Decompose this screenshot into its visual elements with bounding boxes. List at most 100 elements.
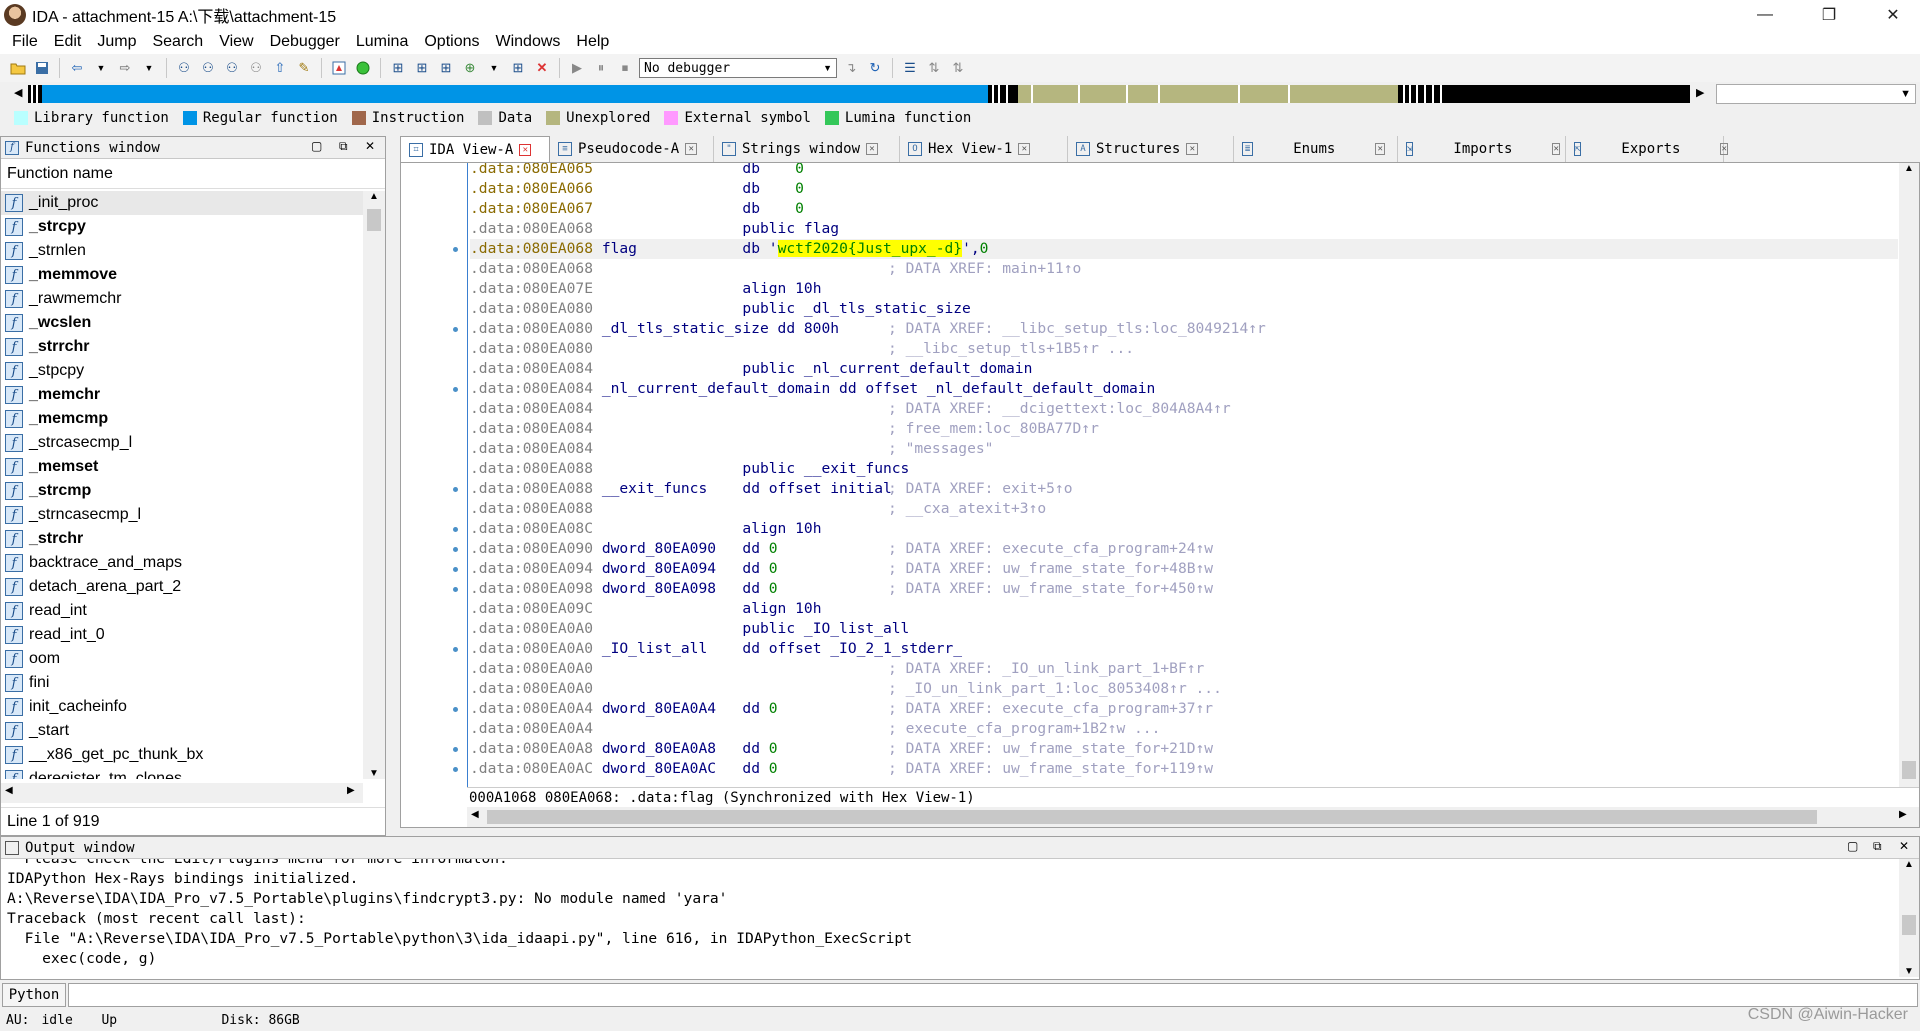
play-icon[interactable]: ▶ [567,58,587,78]
close-icon[interactable]: ✕ [1899,839,1909,853]
function-list-item[interactable]: f init_cacheinfo [1,695,363,719]
navband-left-arrow-icon[interactable]: ◀ [14,86,22,99]
scrollbar-thumb[interactable] [1902,761,1916,779]
function-list-item[interactable]: f backtrace_and_maps [1,551,363,575]
debugger-select[interactable]: No debugger ▼ [639,58,837,78]
function-name-column-header[interactable]: Function name [1,159,385,189]
disassembly-listing[interactable]: .data:080EA065 db 0 .data:080EA066 db 0 .d… [467,163,1899,787]
function-list-item[interactable]: f _memchr [1,383,363,407]
step-over-icon[interactable]: ↻ [865,58,885,78]
function-list-item[interactable]: f _init_proc [1,191,363,215]
disassembly-line[interactable]: .data:080EA068 public flag [470,219,1898,239]
functions-horizontal-scrollbar[interactable]: ◀ ▶ [1,783,363,803]
stop-icon[interactable]: ⏹ [615,58,635,78]
function-list-item[interactable]: f _strncasecmp_l [1,503,363,527]
chevron-right-icon[interactable]: ▶ [347,785,355,796]
binoculars-icon[interactable]: ⚇ [174,58,194,78]
step-into-icon[interactable]: ↴ [841,58,861,78]
navband-combo[interactable]: ▼ [1716,84,1916,104]
functions-vertical-scrollbar[interactable]: ▲ ▼ [363,191,385,779]
menu-jump[interactable]: Jump [89,33,144,51]
disassembly-line[interactable]: .data:080EA084 ; DATA XREF: __dcigettext… [470,399,1898,419]
chevron-left-icon[interactable]: ◀ [471,809,479,820]
tracing-options-icon[interactable]: ⇅ [948,58,968,78]
tab-imports[interactable]: ⇲ Imports ✕ [1398,136,1566,162]
close-icon[interactable]: ✕ [685,143,698,155]
menu-help[interactable]: Help [568,33,617,51]
chevron-up-icon[interactable]: ▲ [363,191,385,202]
disassembly-line[interactable]: .data:080EA066 db 0 [470,179,1898,199]
function-list-item[interactable]: f __x86_get_pc_thunk_bx [1,743,363,767]
disassembly-line[interactable]: .data:080EA07E align 10h [470,279,1898,299]
disassembly-line[interactable]: .data:080EA080 _dl_tls_static_size dd 80… [470,319,1898,339]
chevron-left-icon[interactable]: ◀ [5,785,13,796]
restore-icon[interactable]: ▢ [1847,839,1858,853]
function-list-item[interactable]: f _memcmp [1,407,363,431]
disassembly-line[interactable]: .data:080EA080 ; __libc_setup_tls+1B5↑r … [470,339,1898,359]
ida-vertical-scrollbar[interactable]: ▲ [1899,163,1919,787]
menu-search[interactable]: Search [144,33,211,51]
trace-icon[interactable]: ⇅ [924,58,944,78]
function-list-item[interactable]: f _stpcpy [1,359,363,383]
chevron-down-icon[interactable]: ▼ [484,58,504,78]
tab-hex-view-1[interactable]: O Hex View-1 ✕ [900,136,1068,162]
pause-icon[interactable]: ⏸ [591,58,611,78]
save-icon[interactable] [32,58,52,78]
patch-icon[interactable]: ✎ [294,58,314,78]
chevron-down-icon[interactable]: ▼ [139,58,159,78]
tab-enums[interactable]: ≣ Enums ✕ [1234,136,1398,162]
close-icon[interactable]: ✕ [1720,143,1728,155]
green-circle-icon[interactable] [353,58,373,78]
disassembly-line[interactable]: .data:080EA0A0 public _IO_list_all [470,619,1898,639]
disassembly-line[interactable]: .data:080EA088 public __exit_funcs [470,459,1898,479]
disassembly-line[interactable]: .data:080EA084 ; "messages" [470,439,1898,459]
search-next-icon[interactable]: ⚇ [246,58,266,78]
menu-windows[interactable]: Windows [487,33,568,51]
function-list-item[interactable]: f _memset [1,455,363,479]
close-icon[interactable]: ✕ [365,139,375,153]
search-text-icon[interactable]: ⚇ [198,58,218,78]
tab-exports[interactable]: ⇱ Exports ✕ [1566,136,1728,162]
python-language-button[interactable]: Python [2,983,66,1007]
disassembly-line[interactable]: .data:080EA0A4 dword_80EA0A4 dd 0 ; DATA … [470,699,1898,719]
close-button[interactable]: ✕ [1870,0,1916,30]
function-list-item[interactable]: f deregister_tm_clones [1,767,363,779]
output-text[interactable]: Please check the Edit/Plugins menu for m… [7,859,1887,977]
function-list-item[interactable]: f _strcpy [1,215,363,239]
chevron-up-icon[interactable]: ▲ [1899,859,1919,870]
python-input[interactable] [68,983,1918,1007]
close-icon[interactable]: ✕ [866,143,879,155]
up-arrow-icon[interactable]: ⇧ [270,58,290,78]
float-icon[interactable]: ⧉ [339,139,348,154]
function-list-item[interactable]: f _strnlen [1,239,363,263]
plugin-icon[interactable]: ⊕ [460,58,480,78]
function-list-item[interactable]: f _rawmemchr [1,287,363,311]
tab-strings-window[interactable]: " Strings window ✕ [714,136,900,162]
function-list-item[interactable]: f _strcmp [1,479,363,503]
disassembly-line[interactable]: .data:080EA088 __exit_funcs dd offset in… [470,479,1898,499]
maximize-button[interactable]: ❐ [1806,0,1852,30]
function-list-item[interactable]: f _start [1,719,363,743]
close-icon[interactable]: ✕ [1375,143,1385,155]
back-arrow-icon[interactable]: ⇦ [67,58,87,78]
chevron-down-icon[interactable]: ▼ [91,58,111,78]
chevron-right-icon[interactable]: ▶ [1899,809,1907,820]
function-list-item[interactable]: f fini [1,671,363,695]
menu-edit[interactable]: Edit [46,33,90,51]
navigation-band[interactable] [28,85,1690,103]
output-vertical-scrollbar[interactable]: ▲ ▼ [1899,859,1919,977]
navband-right-arrow-icon[interactable]: ▶ [1696,86,1704,99]
tab-ida-view-a[interactable]: ⌗ IDA View-A ✕ [400,136,550,162]
float-icon[interactable]: ⧉ [1873,839,1882,854]
disassembly-line[interactable]: .data:080EA090 dword_80EA090 dd 0 ; DATA … [470,539,1898,559]
close-icon[interactable]: ✕ [1018,143,1031,155]
menu-view[interactable]: View [211,33,261,51]
function-list-item[interactable]: f _wcslen [1,311,363,335]
ida-horizontal-scrollbar[interactable]: ◀ ▶ [467,807,1919,827]
disassembly-line[interactable]: .data:080EA0AC dword_80EA0AC dd 0 ; DATA … [470,759,1898,779]
menu-options[interactable]: Options [416,33,487,51]
disassembly-line[interactable]: .data:080EA088 ; __cxa_atexit+3↑o [470,499,1898,519]
breakpoint-list-icon[interactable]: ☰ [900,58,920,78]
menu-lumina[interactable]: Lumina [348,33,416,51]
search-binary-icon[interactable]: ⚇ [222,58,242,78]
